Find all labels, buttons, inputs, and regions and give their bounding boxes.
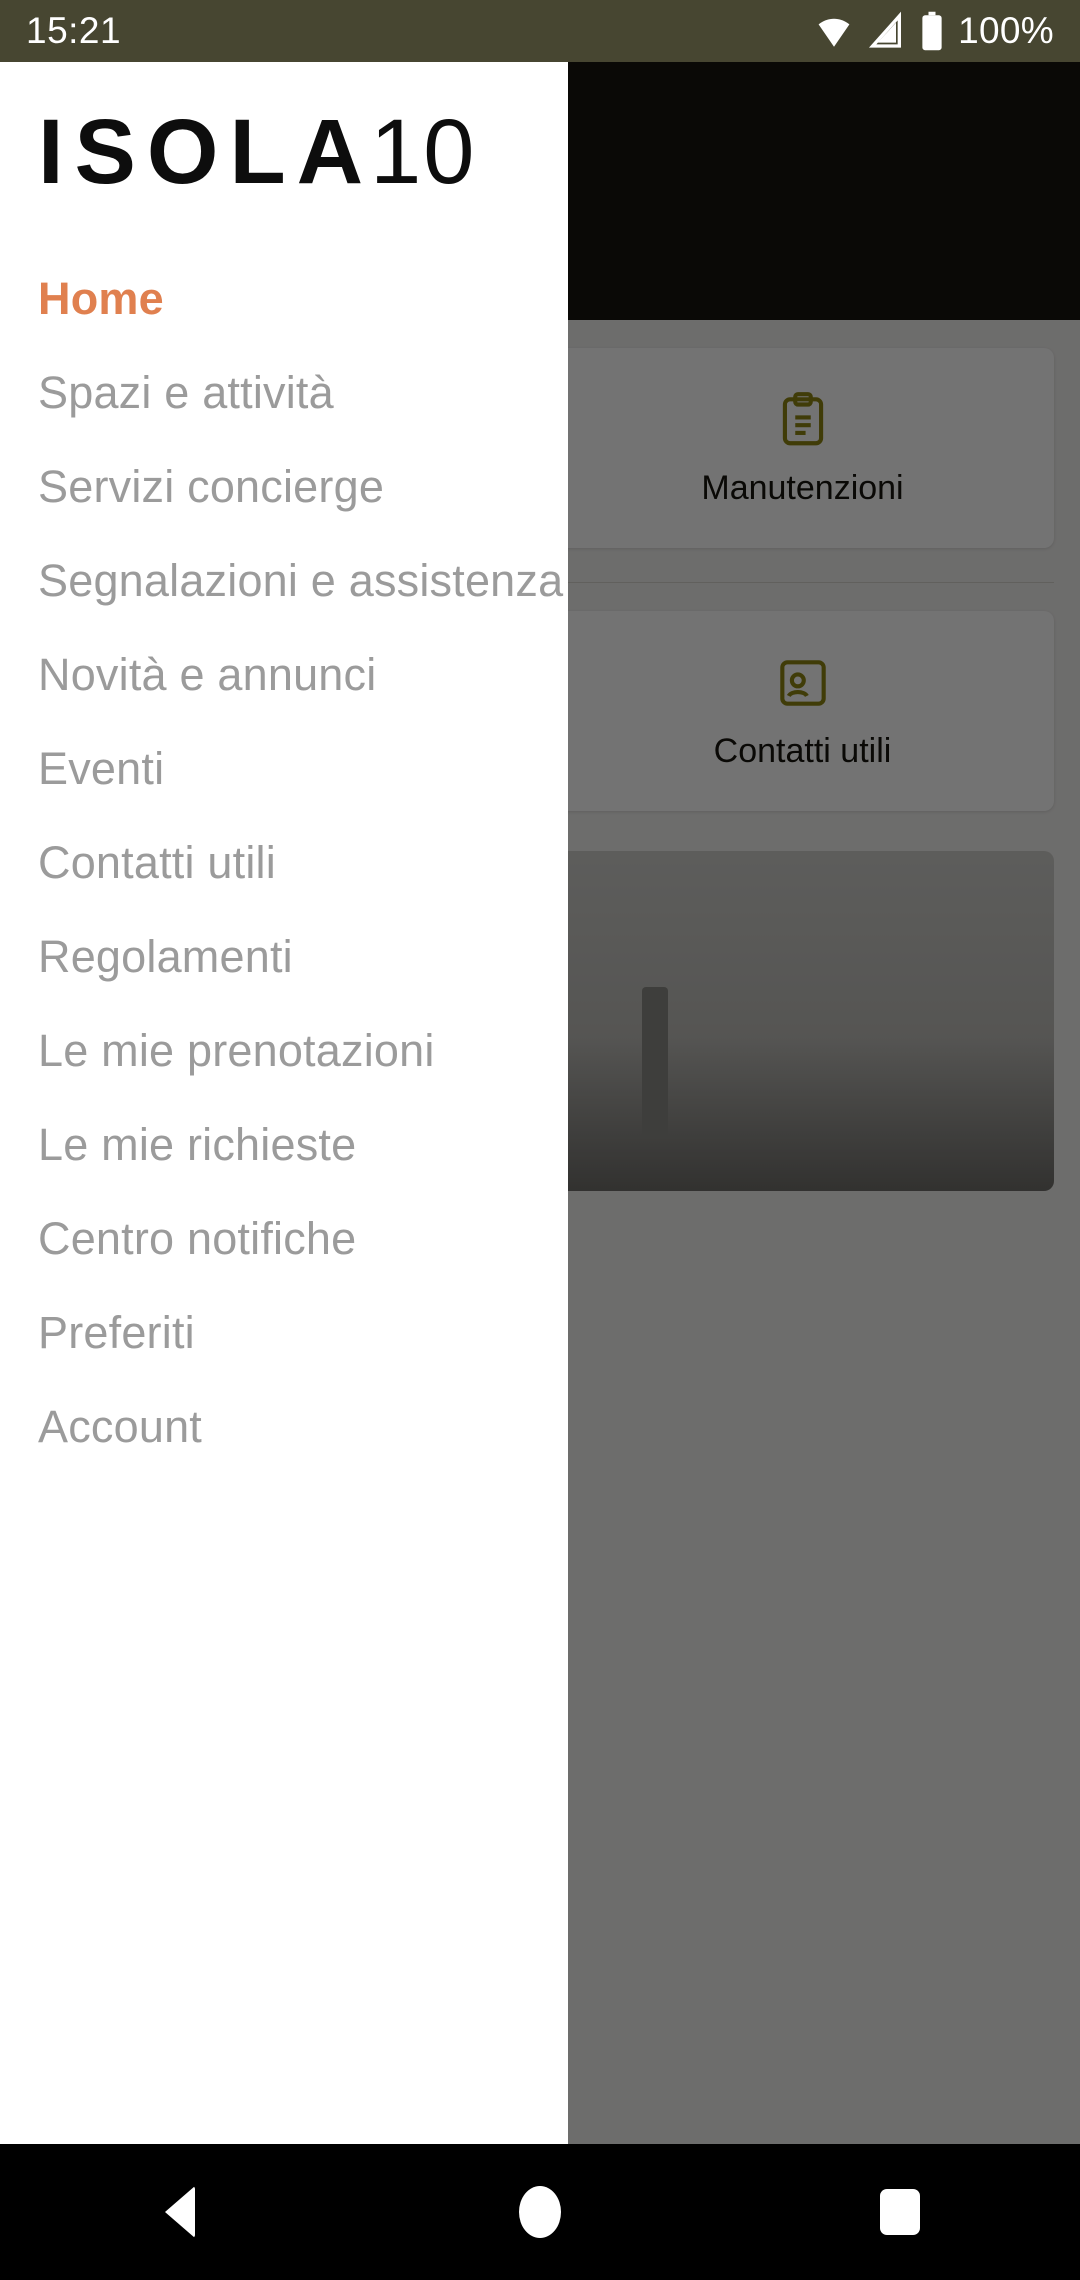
app-logo: ISOLA 10 <box>38 106 568 198</box>
logo-suffix-text: 10 <box>370 101 477 203</box>
sidebar-item-novita-e-annunci[interactable]: Novità e annunci <box>0 628 568 722</box>
tile-manutenzioni[interactable]: Manutenzioni <box>551 348 1054 548</box>
sidebar-item-label: Spazi e attività <box>38 367 334 418</box>
status-icons: 100% <box>813 10 1054 52</box>
android-nav-bar <box>0 2144 1080 2280</box>
sidebar-item-label: Centro notifiche <box>38 1213 357 1264</box>
sidebar-item-label: Preferiti <box>38 1307 195 1358</box>
logo-main-text: ISOLA <box>38 101 375 203</box>
sidebar-item-preferiti[interactable]: Preferiti <box>0 1286 568 1380</box>
tile-label: Contatti utili <box>713 731 892 770</box>
clipboard-list-icon <box>782 391 823 445</box>
sidebar-item-le-mie-richieste[interactable]: Le mie richieste <box>0 1098 568 1192</box>
sidebar-item-label: Home <box>38 273 164 324</box>
sidebar-item-servizi-concierge[interactable]: Servizi concierge <box>0 440 568 534</box>
nav-home-button[interactable] <box>450 2144 630 2280</box>
cellular-signal-icon <box>869 11 902 48</box>
drawer-menu: Home Spazi e attività Servizi concierge … <box>0 252 568 1474</box>
sidebar-item-label: Contatti utili <box>38 837 276 888</box>
battery-icon <box>922 11 942 51</box>
navigation-drawer: ISOLA 10 Home Spazi e attività Servizi c… <box>0 62 568 2144</box>
sidebar-item-label: Le mie prenotazioni <box>38 1025 435 1076</box>
square-recents-icon <box>880 2189 920 2235</box>
sidebar-item-label: Servizi concierge <box>38 461 385 512</box>
sidebar-item-segnalazioni-e-assistenza[interactable]: Segnalazioni e assistenza <box>0 534 568 628</box>
sidebar-item-label: Account <box>38 1401 202 1452</box>
nav-back-button[interactable] <box>90 2144 270 2280</box>
sidebar-item-label: Segnalazioni e assistenza <box>38 555 564 606</box>
contact-card-icon <box>779 659 826 706</box>
tile-contatti-utili[interactable]: Contatti utili <box>551 611 1054 811</box>
tile-label: Manutenzioni <box>701 468 904 507</box>
sidebar-item-home[interactable]: Home <box>0 252 568 346</box>
circle-home-icon <box>519 2186 561 2238</box>
sidebar-item-eventi[interactable]: Eventi <box>0 722 568 816</box>
status-clock: 15:21 <box>26 10 122 51</box>
battery-percent-label: 100% <box>958 10 1054 51</box>
sidebar-item-spazi-e-attivita[interactable]: Spazi e attività <box>0 346 568 440</box>
nav-recents-button[interactable] <box>810 2144 990 2280</box>
sidebar-item-label: Regolamenti <box>38 931 293 982</box>
sidebar-item-label: Novità e annunci <box>38 649 377 700</box>
sidebar-item-label: Le mie richieste <box>38 1119 357 1170</box>
sidebar-item-le-mie-prenotazioni[interactable]: Le mie prenotazioni <box>0 1004 568 1098</box>
sidebar-item-account[interactable]: Account <box>0 1380 568 1474</box>
sidebar-item-label: Eventi <box>38 743 165 794</box>
phone-screen: Segnalazioni Manutenzioni <box>0 0 1080 2280</box>
sidebar-item-centro-notifiche[interactable]: Centro notifiche <box>0 1192 568 1286</box>
wifi-icon <box>818 18 850 47</box>
sidebar-item-contatti-utili[interactable]: Contatti utili <box>0 816 568 910</box>
sidebar-item-regolamenti[interactable]: Regolamenti <box>0 910 568 1004</box>
room-photo[interactable] <box>551 851 1054 1191</box>
triangle-back-icon <box>165 2186 195 2238</box>
status-bar: 15:21 100% <box>0 0 1080 62</box>
